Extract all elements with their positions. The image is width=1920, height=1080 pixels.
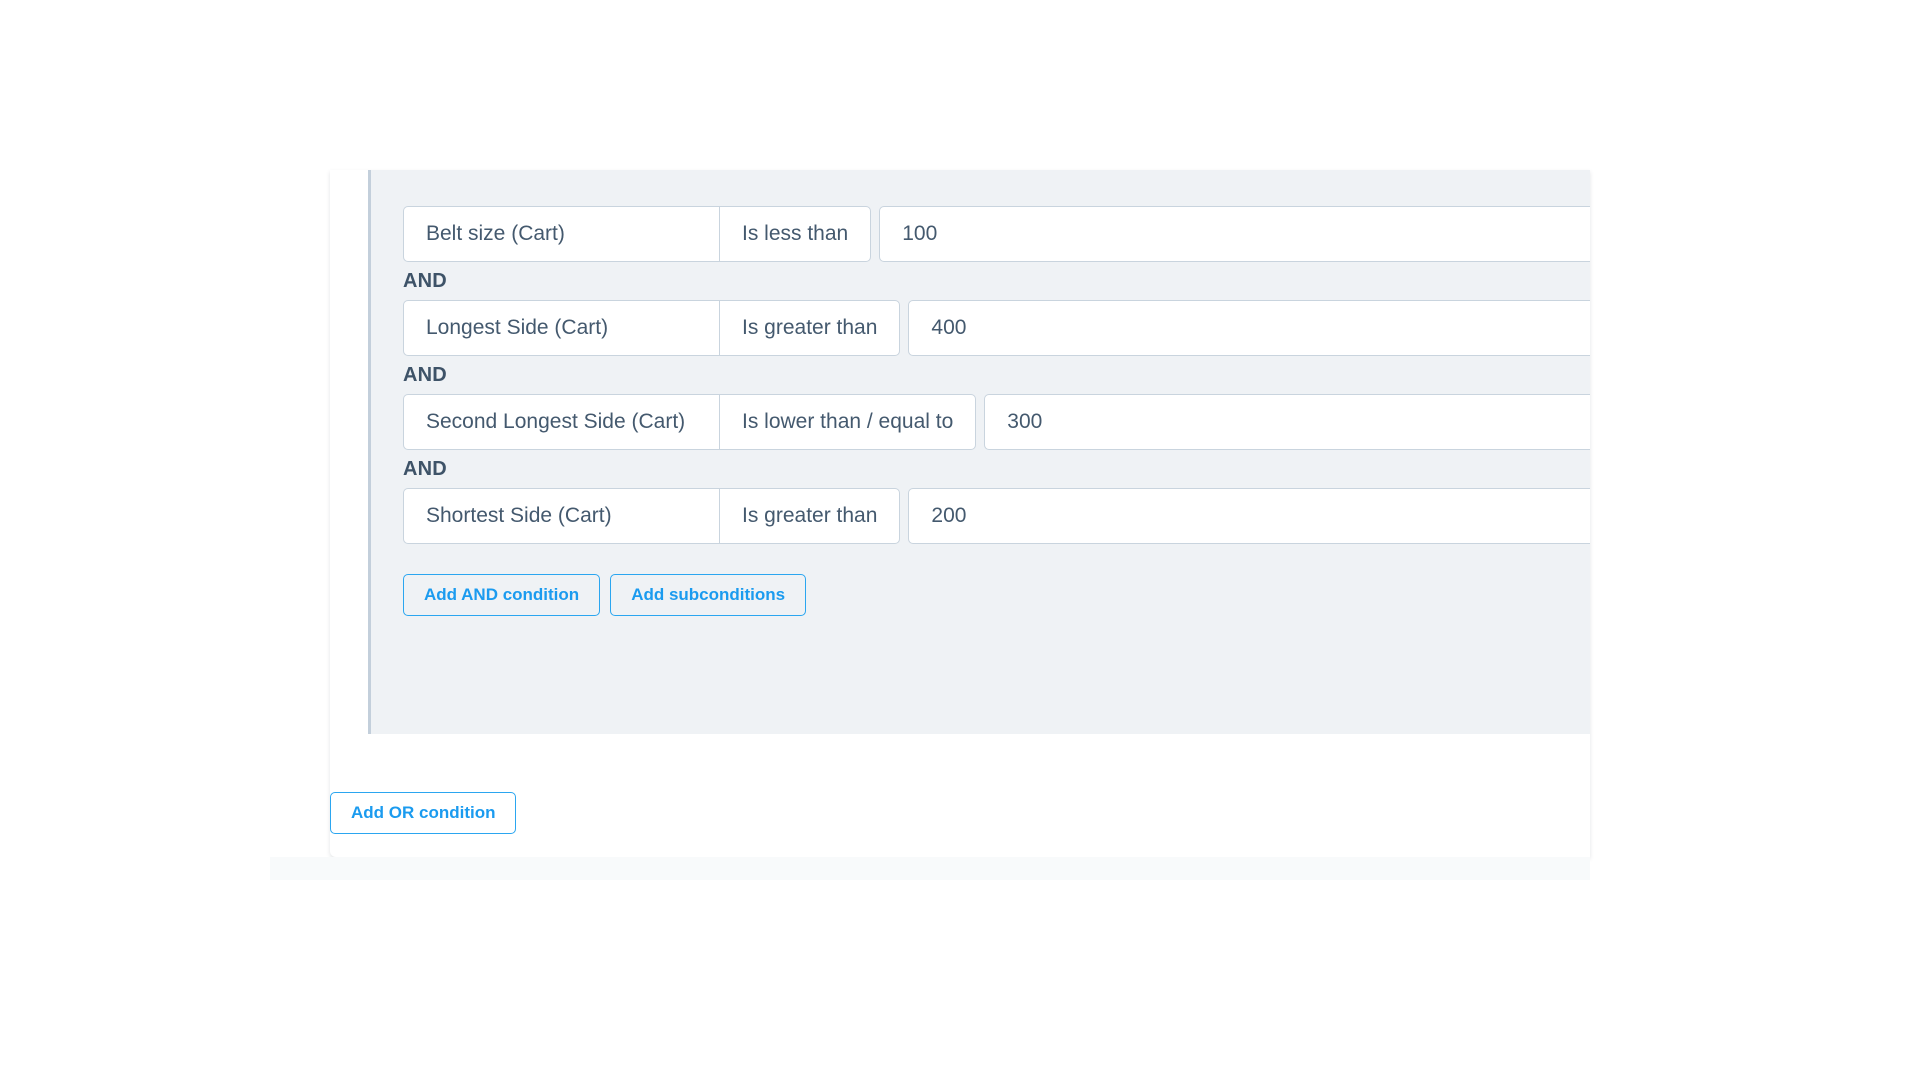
screen: Belt size (Cart) Is less than 100 AND Lo… [0,0,1920,1080]
add-subconditions-button[interactable]: Add subconditions [610,574,807,616]
condition-row: Belt size (Cart) Is less than 100 [403,206,1590,262]
condition-value-text: 400 [931,316,967,339]
group-actions: Add AND condition Add subconditions [403,574,1590,616]
condition-field-select[interactable]: Belt size (Cart) [403,206,719,262]
condition-value-text: 100 [902,222,938,245]
footer-strip [270,857,1590,880]
condition-operator-select[interactable]: Is less than [719,206,872,262]
condition-operator-select[interactable]: Is greater than [719,300,901,356]
condition-field-value: Longest Side (Cart) [426,316,609,339]
condition-field-select[interactable]: Second Longest Side (Cart) [403,394,719,450]
condition-operator-value: Is greater than [742,504,878,527]
condition-value-input[interactable]: 300 [984,394,1590,450]
condition-field-select[interactable]: Longest Side (Cart) [403,300,719,356]
condition-row: Shortest Side (Cart) Is greater than 200 [403,488,1590,544]
add-and-condition-button[interactable]: Add AND condition [403,574,601,616]
condition-value-input[interactable]: 100 [879,206,1590,262]
condition-row: Second Longest Side (Cart) Is lower than… [403,394,1590,450]
condition-operator-value: Is greater than [742,316,878,339]
condition-field-select[interactable]: Shortest Side (Cart) [403,488,719,544]
condition-operator-value: Is lower than / equal to [742,410,954,433]
condition-value-input[interactable]: 400 [908,300,1590,356]
condition-field-value: Shortest Side (Cart) [426,504,612,527]
condition-operator-select[interactable]: Is lower than / equal to [719,394,977,450]
condition-operator-select[interactable]: Is greater than [719,488,901,544]
condition-field-value: Second Longest Side (Cart) [426,410,686,433]
rule-builder-card: Belt size (Cart) Is less than 100 AND Lo… [330,170,1590,857]
add-or-condition-button[interactable]: Add OR condition [330,792,517,834]
condition-value-input[interactable]: 200 [908,488,1590,544]
and-separator-label: AND [403,270,447,292]
condition-value-text: 300 [1007,410,1043,433]
condition-row: Longest Side (Cart) Is greater than 400 [403,300,1590,356]
and-separator-label: AND [403,364,447,386]
condition-value-text: 200 [931,504,967,527]
condition-operator-value: Is less than [742,222,849,245]
or-actions: Add OR condition [330,792,517,834]
condition-field-value: Belt size (Cart) [426,222,565,245]
and-separator-label: AND [403,458,447,480]
or-condition-group-inner: Belt size (Cart) Is less than 100 AND Lo… [371,170,1590,616]
or-condition-group: Belt size (Cart) Is less than 100 AND Lo… [368,170,1590,734]
